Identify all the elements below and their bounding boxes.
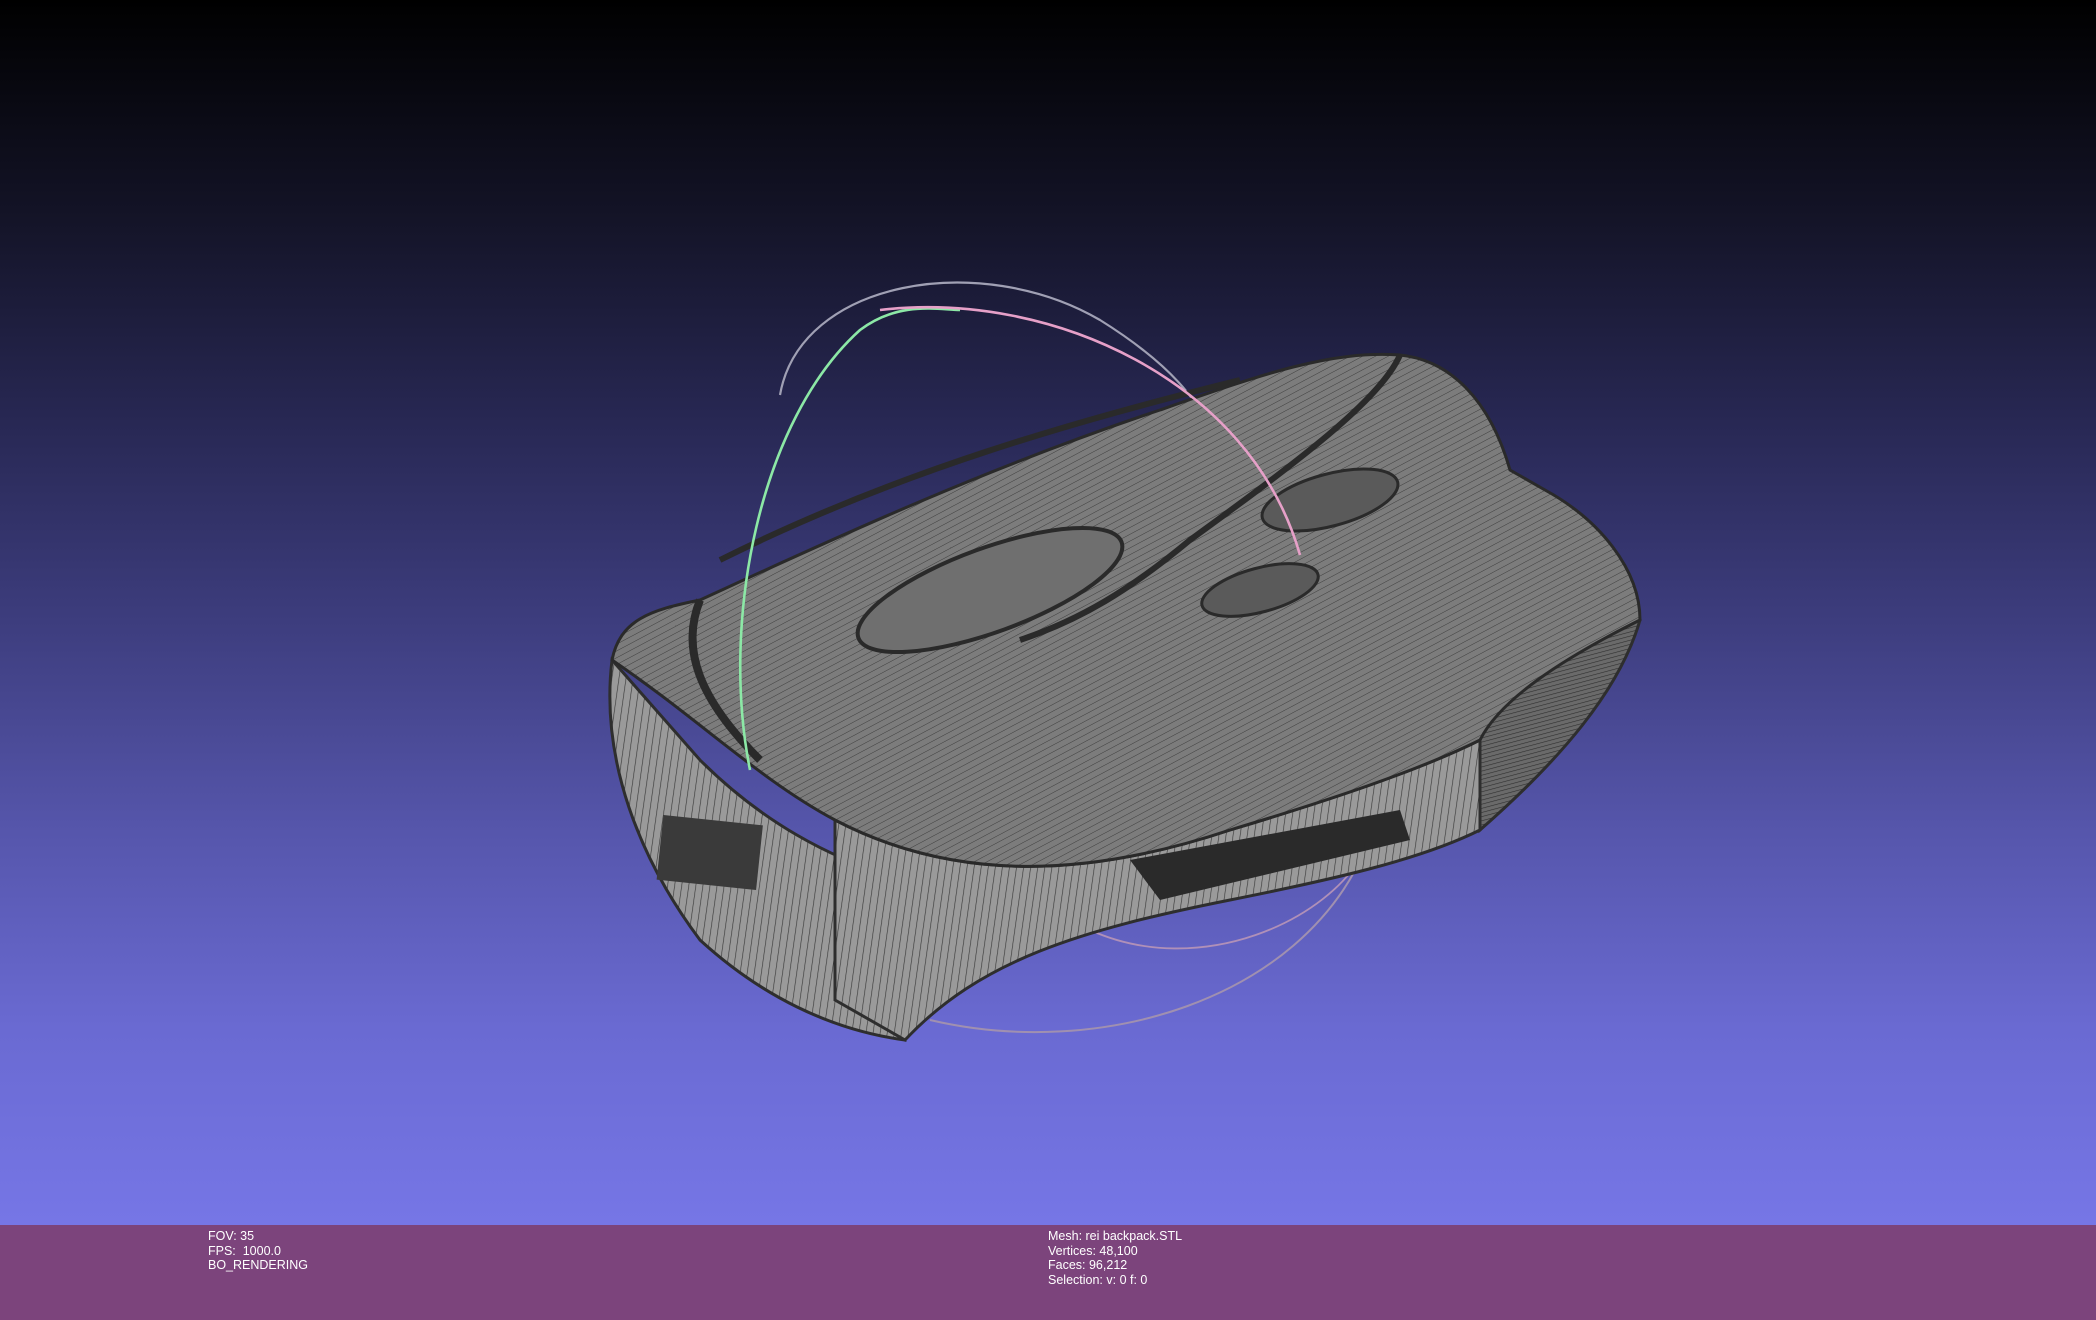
3d-viewport[interactable] xyxy=(0,0,2096,1225)
status-bar: FOV: 35 FPS: 1000.0 BO_RENDERING Mesh: r… xyxy=(0,1225,2096,1320)
scene-canvas[interactable] xyxy=(0,0,2096,1225)
mesh-info: Mesh: rei backpack.STL Vertices: 48,100 … xyxy=(1048,1229,1182,1287)
faces-label: Faces: 96,212 xyxy=(1048,1258,1128,1272)
render-info: FOV: 35 FPS: 1000.0 BO_RENDERING xyxy=(208,1229,308,1273)
selection-label: Selection: v: 0 f: 0 xyxy=(1048,1272,1148,1287)
mesh-name-label: Mesh: rei backpack.STL xyxy=(1048,1229,1183,1243)
render-mode-label: BO_RENDERING xyxy=(208,1258,309,1272)
mesh-opening-left xyxy=(656,814,763,891)
fov-label: FOV: 35 xyxy=(208,1229,255,1243)
fps-label: FPS: 1000.0 xyxy=(208,1243,281,1258)
vertices-label: Vertices: 48,100 xyxy=(1048,1243,1138,1258)
